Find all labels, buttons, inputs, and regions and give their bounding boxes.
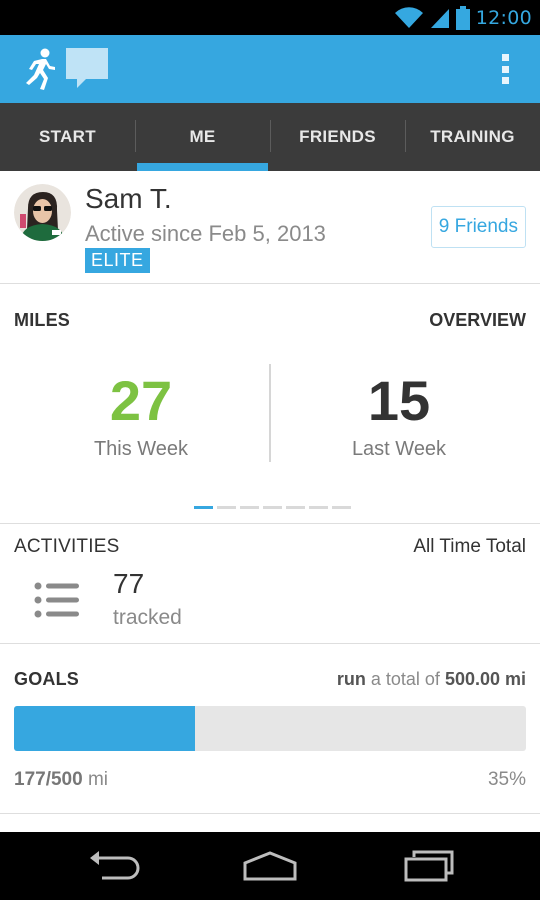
goals-title: GOALS bbox=[14, 669, 80, 689]
chat-bubble-icon[interactable] bbox=[64, 45, 110, 91]
home-icon[interactable] bbox=[240, 849, 300, 883]
page-indicator-dot bbox=[217, 506, 236, 509]
goal-progress-unit: mi bbox=[82, 769, 109, 790]
tab-label: FRIENDS bbox=[299, 127, 376, 146]
miles-card: MILES OVERVIEW 27 This Week 15 Last Week bbox=[0, 284, 540, 524]
page-indicator[interactable] bbox=[194, 506, 351, 509]
battery-icon bbox=[455, 5, 470, 30]
page-indicator-dot bbox=[263, 506, 282, 509]
tab-label: TRAINING bbox=[430, 127, 515, 146]
page-indicator-dot bbox=[309, 506, 328, 509]
list-icon bbox=[34, 582, 79, 618]
activities-title: ACTIVITIES bbox=[14, 536, 120, 557]
wifi-icon bbox=[394, 6, 423, 28]
elite-badge: ELITE bbox=[85, 248, 150, 273]
page-indicator-dot bbox=[240, 506, 259, 509]
recent-apps-icon[interactable] bbox=[398, 849, 458, 883]
goal-desc-middle: a total of bbox=[365, 669, 445, 689]
activities-count: 77 bbox=[113, 568, 145, 599]
back-icon[interactable] bbox=[84, 849, 144, 883]
goal-target: 500.00 mi bbox=[444, 669, 526, 689]
goal-progress-fill bbox=[14, 706, 196, 751]
this-week-label: This Week bbox=[93, 438, 189, 460]
last-week-stat: 15 Last Week bbox=[264, 369, 534, 461]
system-nav-bar bbox=[0, 832, 540, 900]
status-icons: 12:00 bbox=[394, 0, 532, 35]
this-week-value: 27 bbox=[109, 369, 173, 432]
signal-icon bbox=[430, 8, 449, 28]
this-week-stat: 27 This Week bbox=[6, 369, 276, 461]
overflow-menu-icon[interactable] bbox=[500, 54, 510, 84]
tab-me[interactable]: ME bbox=[135, 103, 270, 171]
activities-card[interactable]: ACTIVITIES All Time Total 77 tracked bbox=[0, 524, 540, 644]
overview-link[interactable]: OVERVIEW bbox=[429, 310, 526, 331]
goal-progress-total: 500 bbox=[50, 769, 83, 790]
friends-button[interactable]: 9 Friends bbox=[430, 206, 526, 248]
last-week-value: 15 bbox=[367, 369, 431, 432]
tab-start[interactable]: START bbox=[0, 103, 135, 171]
goal-verb: run bbox=[336, 669, 366, 689]
goals-card[interactable]: GOALS run a total of 500.00 mi 177/500 m… bbox=[0, 644, 540, 814]
goal-progress-text: 177/500 mi bbox=[14, 769, 109, 790]
page-indicator-dot bbox=[286, 506, 305, 509]
tab-training[interactable]: TRAINING bbox=[405, 103, 540, 171]
goal-description: run a total of 500.00 mi bbox=[337, 669, 526, 690]
profile-header: Sam T. Active since Feb 5, 2013 ELITE 9 … bbox=[0, 171, 540, 284]
goal-percent: 35% bbox=[487, 769, 526, 790]
status-time: 12:00 bbox=[475, 6, 532, 29]
profile-name: Sam T. bbox=[85, 183, 172, 214]
page-indicator-dot bbox=[194, 506, 213, 509]
tab-label: ME bbox=[189, 127, 216, 146]
avatar[interactable] bbox=[14, 184, 71, 241]
tab-label: START bbox=[39, 127, 96, 146]
page-indicator-dot bbox=[332, 506, 351, 509]
activities-count-label: tracked bbox=[113, 606, 182, 629]
tab-friends[interactable]: FRIENDS bbox=[270, 103, 405, 171]
goal-progress-done: 177 bbox=[14, 769, 46, 790]
goal-progress-bar bbox=[14, 706, 526, 751]
action-bar bbox=[0, 35, 540, 103]
active-since-text: Active since Feb 5, 2013 bbox=[85, 221, 326, 246]
runner-logo-icon[interactable] bbox=[20, 47, 56, 91]
last-week-label: Last Week bbox=[351, 438, 447, 460]
status-bar: 12:00 bbox=[0, 0, 540, 35]
activities-scope: All Time Total bbox=[413, 536, 526, 557]
miles-title: MILES bbox=[14, 310, 71, 330]
tab-bar: START ME FRIENDS TRAINING bbox=[0, 103, 540, 171]
